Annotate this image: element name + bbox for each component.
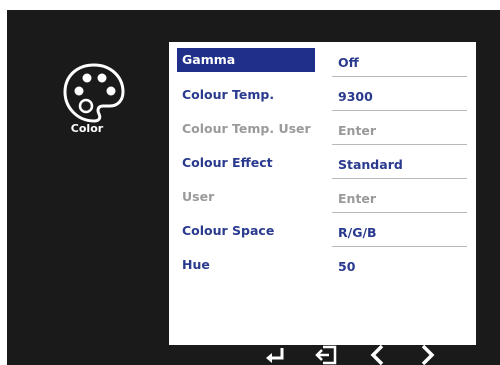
row-divider: [332, 246, 467, 247]
menu-item-label: Colour Space: [182, 223, 275, 238]
palette-icon: [63, 63, 125, 123]
menu-item-colour-effect[interactable]: Colour Effect Standard: [175, 150, 467, 179]
row-divider: [332, 212, 467, 213]
left-arrow-icon[interactable]: [365, 343, 391, 365]
menu-item-value: Enter: [338, 191, 377, 206]
menu-item-label: Hue: [182, 257, 210, 272]
menu-item-value: Off: [338, 55, 359, 70]
row-divider: [332, 110, 467, 111]
menu-item-label: Gamma: [177, 48, 315, 72]
category-label: Color: [70, 122, 104, 135]
menu-item-label: Colour Effect: [182, 155, 273, 170]
menu-panel: Gamma Off Colour Temp. 9300 Colour Temp.…: [169, 42, 476, 345]
menu-item-value: R/G/B: [338, 225, 377, 240]
menu-item-label: Colour Temp.: [182, 87, 275, 102]
menu-item-value: Standard: [338, 157, 403, 172]
exit-icon[interactable]: [314, 343, 340, 365]
menu-item-value: Enter: [338, 123, 377, 138]
menu-item-hue[interactable]: Hue 50: [175, 252, 467, 281]
menu-item-label: User: [182, 189, 215, 204]
enter-icon[interactable]: [262, 343, 288, 365]
menu-item-label: Colour Temp. User: [182, 121, 311, 136]
right-arrow-icon[interactable]: [414, 343, 440, 365]
row-divider: [332, 144, 467, 145]
menu-item-colour-temp-user: Colour Temp. User Enter: [175, 116, 467, 145]
menu-item-gamma[interactable]: Gamma Off: [175, 48, 467, 77]
row-divider: [332, 178, 467, 179]
menu-item-value: 9300: [338, 89, 373, 104]
menu-item-colour-space[interactable]: Colour Space R/G/B: [175, 218, 467, 247]
menu-item-value: 50: [338, 259, 356, 274]
menu-item-colour-temp[interactable]: Colour Temp. 9300: [175, 82, 467, 111]
menu-item-user: User Enter: [175, 184, 467, 213]
row-divider: [332, 76, 467, 77]
